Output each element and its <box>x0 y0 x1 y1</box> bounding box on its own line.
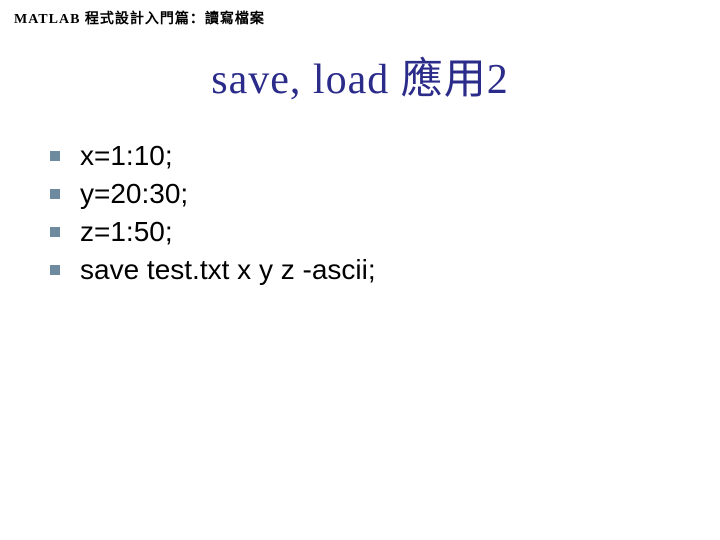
list-item-text: y=20:30; <box>80 178 188 210</box>
square-bullet-icon <box>50 151 60 161</box>
slide-title: save, load 應用2 <box>0 45 720 106</box>
square-bullet-icon <box>50 189 60 199</box>
slide-header: MATLAB 程式設計入門篇：讀寫檔案 <box>14 8 265 28</box>
list-item: z=1:50; <box>50 216 376 248</box>
list-item-text: save test.txt x y z -ascii; <box>80 254 376 286</box>
square-bullet-icon <box>50 227 60 237</box>
list-item-text: x=1:10; <box>80 140 173 172</box>
list-item-text: z=1:50; <box>80 216 173 248</box>
list-item: x=1:10; <box>50 140 376 172</box>
list-item: save test.txt x y z -ascii; <box>50 254 376 286</box>
list-item: y=20:30; <box>50 178 376 210</box>
bullet-list: x=1:10; y=20:30; z=1:50; save test.txt x… <box>50 140 376 292</box>
square-bullet-icon <box>50 265 60 275</box>
